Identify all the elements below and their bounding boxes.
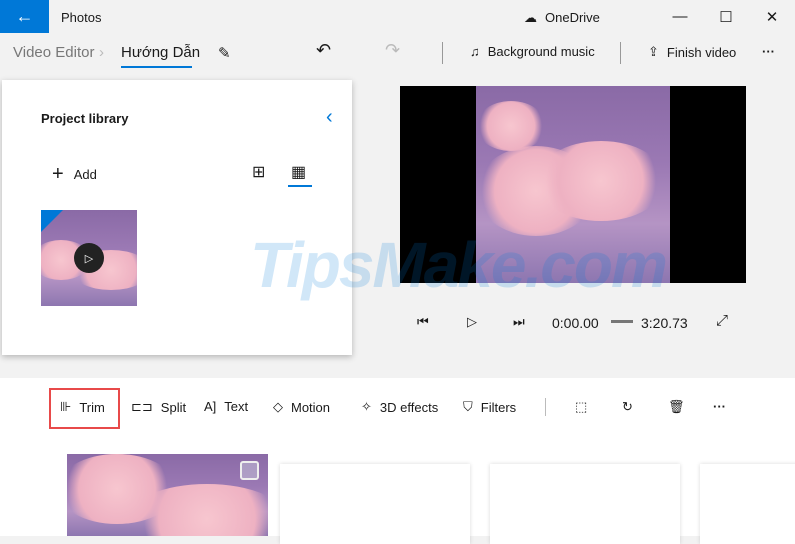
back-button[interactable]: ← (0, 0, 49, 33)
add-label: Add (73, 167, 97, 182)
watermark: TipsMake.com (250, 229, 668, 301)
total-time: 3:20.73 (641, 315, 688, 331)
filters-button[interactable]: ⛉ Filters (463, 399, 516, 415)
library-title: Project library (41, 111, 129, 126)
finish-video-label: Finish video (666, 44, 737, 60)
resize-icon[interactable]: ⬚ (575, 399, 587, 415)
play-icon[interactable]: ▷ (74, 243, 104, 273)
title-underline (121, 66, 192, 68)
empty-clip-slot[interactable] (490, 464, 680, 544)
motion-icon: ◇ (273, 399, 283, 414)
more-tools-button[interactable]: ··· (713, 399, 726, 414)
undo-icon[interactable]: ↶ (316, 40, 331, 61)
clip-checkbox[interactable] (240, 461, 259, 480)
trim-label: Trim (79, 399, 105, 415)
empty-clip-slot[interactable] (280, 464, 470, 544)
background-music-button[interactable]: ♫ Background music (470, 44, 595, 59)
motion-button[interactable]: ◇ Motion (273, 399, 330, 415)
onedrive-status[interactable]: ☁ OneDrive (524, 10, 600, 26)
background-music-label: Background music (487, 44, 595, 59)
fullscreen-icon[interactable]: ⤢ (716, 312, 728, 329)
storyboard-clip[interactable] (67, 454, 268, 536)
empty-clip-slot[interactable] (700, 464, 795, 544)
library-media-thumbnail[interactable]: ▷ (41, 210, 137, 306)
delete-icon[interactable]: 🗑 (668, 399, 685, 415)
play-button[interactable]: ▷ (467, 314, 477, 330)
3d-effects-button[interactable]: ✧ 3D effects (361, 399, 438, 415)
split-icon: ⊏⊐ (131, 399, 153, 414)
music-note-icon: ♫ (470, 44, 480, 59)
app-title: Photos (61, 10, 102, 25)
project-title: Hướng Dẫn (121, 44, 201, 61)
split-button[interactable]: ⊏⊐ Split (131, 399, 186, 415)
next-frame-icon[interactable]: ⏭ (513, 314, 525, 330)
3d-effects-icon: ✧ (361, 399, 372, 414)
large-grid-icon[interactable]: ⊞ (252, 162, 265, 182)
redo-icon[interactable]: ↷ (385, 40, 400, 61)
arrow-left-icon: ← (15, 6, 34, 26)
minimize-button[interactable]: — (657, 0, 703, 33)
divider (442, 42, 443, 64)
filters-icon: ⛉ (463, 399, 473, 414)
seek-bar[interactable] (611, 320, 633, 323)
finish-video-button[interactable]: ⇪ Finish video (648, 44, 736, 60)
plus-icon: + (52, 163, 64, 185)
share-icon: ⇪ (648, 44, 659, 59)
rotate-icon[interactable]: ↻ (622, 399, 633, 415)
text-label: Text (224, 399, 249, 414)
text-button[interactable]: A] Text (204, 399, 248, 414)
text-icon: A] (204, 399, 217, 414)
close-button[interactable]: ✕ (749, 0, 795, 33)
view-selected-indicator (288, 185, 312, 187)
added-corner-badge (41, 210, 63, 232)
trim-icon: ⊪ (60, 399, 72, 414)
maximize-button[interactable]: ☐ (703, 0, 749, 33)
project-library-panel: Project library ‹ + Add ⊞ ▦ ▷ (2, 80, 352, 355)
divider (620, 42, 621, 64)
previous-frame-icon[interactable]: ⏮ (417, 314, 429, 330)
add-button[interactable]: + Add (52, 163, 97, 186)
collapse-chevron-icon[interactable]: ‹ (326, 106, 333, 129)
3d-effects-label: 3D effects (379, 399, 439, 415)
small-grid-icon[interactable]: ▦ (291, 162, 306, 182)
rename-pencil-icon[interactable]: ✎ (218, 44, 231, 62)
more-options-button[interactable]: ··· (762, 44, 775, 59)
filters-label: Filters (480, 399, 517, 415)
chevron-right-icon: › (99, 44, 104, 61)
split-label: Split (160, 399, 187, 415)
motion-label: Motion (291, 399, 331, 415)
breadcrumb-root[interactable]: Video Editor (13, 44, 94, 61)
current-time: 0:00.00 (552, 315, 599, 331)
trim-button[interactable]: ⊪ Trim (60, 399, 105, 415)
onedrive-label: OneDrive (545, 10, 600, 25)
cloud-off-icon: ☁ (524, 10, 537, 25)
divider (545, 398, 546, 416)
